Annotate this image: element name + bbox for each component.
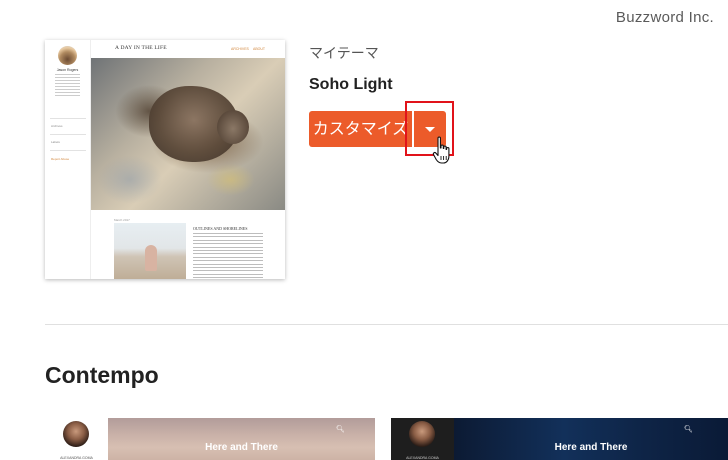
preview-divider bbox=[50, 150, 86, 152]
preview-menu-labels: Labels bbox=[51, 140, 60, 144]
preview-sidebar: Jason Rogers Archives Labels Report Abus… bbox=[45, 40, 91, 279]
preview-blog-title: A DAY IN THE LIFE bbox=[115, 45, 167, 51]
preview-hero-photo bbox=[91, 58, 285, 210]
card-title: Here and There bbox=[205, 442, 278, 453]
preview-about-text bbox=[55, 74, 80, 98]
preview-nav-about: ABOUT bbox=[253, 47, 266, 51]
preview-nav-archives: ARCHIVES bbox=[231, 47, 249, 51]
card-sidebar: ALEXANDRA GOMA bbox=[45, 418, 109, 460]
search-icon: 🔍︎ bbox=[336, 426, 345, 433]
watermark: Buzzword Inc. bbox=[615, 9, 714, 26]
card-sidebar: ALEXANDRA GOMA bbox=[391, 418, 454, 460]
preview-avatar bbox=[58, 46, 77, 65]
hand-cursor-icon bbox=[432, 136, 450, 164]
preview-post-image bbox=[114, 223, 186, 279]
card-hero-image: 🔍︎ Here and There bbox=[108, 418, 375, 460]
section-title: Contempo bbox=[45, 362, 159, 388]
theme-preview-thumbnail[interactable]: Jason Rogers Archives Labels Report Abus… bbox=[45, 40, 285, 279]
preview-post-title: OUTLINES AND SHORELINES bbox=[193, 226, 248, 231]
preview-divider bbox=[50, 118, 86, 120]
card-author: ALEXANDRA GOMA bbox=[60, 456, 93, 460]
card-title: Here and There bbox=[554, 442, 628, 453]
card-hero-image: 🔍︎ Here and There bbox=[454, 418, 728, 460]
avatar bbox=[409, 421, 435, 447]
avatar bbox=[63, 421, 89, 447]
customize-button[interactable]: カスタマイズ bbox=[309, 111, 412, 147]
preview-menu-report: Report Abuse bbox=[51, 157, 70, 161]
theme-card-contempo-dark[interactable]: ALEXANDRA GOMA 🔍︎ Here and There bbox=[391, 418, 728, 460]
cat-head-image bbox=[217, 110, 249, 144]
section-divider bbox=[45, 324, 728, 325]
preview-menu-archives: Archives bbox=[51, 124, 63, 128]
theme-name: Soho Light bbox=[309, 76, 393, 93]
preview-author-name: Jason Rogers bbox=[56, 68, 79, 72]
search-icon: 🔍︎ bbox=[684, 426, 693, 433]
theme-card-contempo-light[interactable]: ALEXANDRA GOMA 🔍︎ Here and There bbox=[45, 418, 375, 460]
caret-down-icon bbox=[425, 127, 435, 132]
my-theme-label: マイテーマ bbox=[309, 45, 379, 61]
preview-post-text bbox=[193, 233, 263, 279]
card-author: ALEXANDRA GOMA bbox=[406, 456, 439, 460]
preview-divider bbox=[50, 134, 86, 136]
preview-post-meta: March 2017 bbox=[114, 218, 130, 222]
preview-header: A DAY IN THE LIFE ARCHIVES ABOUT bbox=[91, 40, 285, 58]
